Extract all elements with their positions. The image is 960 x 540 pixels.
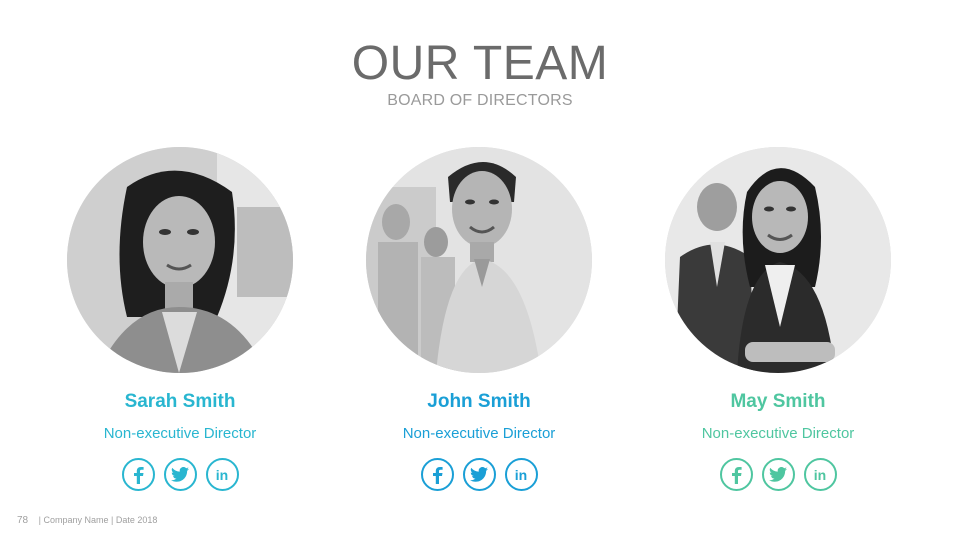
social-links: in [628,458,928,491]
facebook-icon [732,466,742,484]
team-member-card: John Smith Non-executive Director in [329,147,629,491]
twitter-button[interactable] [462,458,496,491]
linkedin-button[interactable]: in [504,458,538,491]
member-photo [665,147,891,373]
facebook-button[interactable] [121,458,155,491]
team-member-card: Sarah Smith Non-executive Director in [30,147,330,491]
member-name: John Smith [427,391,531,412]
twitter-button[interactable] [163,458,197,491]
facebook-button[interactable] [719,458,753,491]
member-role: Non-executive Director [701,425,855,442]
twitter-icon [470,467,488,482]
linkedin-icon: in [813,466,827,483]
twitter-icon [171,467,189,482]
facebook-button[interactable] [420,458,454,491]
twitter-icon [769,467,787,482]
twitter-button[interactable] [761,458,795,491]
linkedin-button[interactable]: in [205,458,239,491]
facebook-icon [433,466,443,484]
member-photo [366,147,592,373]
team-member-card: May Smith Non-executive Director in [628,147,928,491]
linkedin-icon: in [215,466,229,483]
page-number: 78 [17,515,29,526]
member-name: Sarah Smith [124,391,236,412]
social-links: in [329,458,629,491]
slide-footer: 78 | Company Name | Date 2018 [17,515,157,526]
facebook-icon [134,466,144,484]
slide-title: OUR TEAM [351,37,609,90]
member-name: May Smith [730,391,826,412]
linkedin-button[interactable]: in [803,458,837,491]
linkedin-icon: in [514,466,528,483]
slide-subtitle: BOARD OF DIRECTORS [387,92,573,109]
member-role: Non-executive Director [103,425,257,442]
social-links: in [30,458,330,491]
member-photo [67,147,293,373]
footer-text: | Company Name | Date 2018 [38,515,158,525]
member-role: Non-executive Director [402,425,556,442]
